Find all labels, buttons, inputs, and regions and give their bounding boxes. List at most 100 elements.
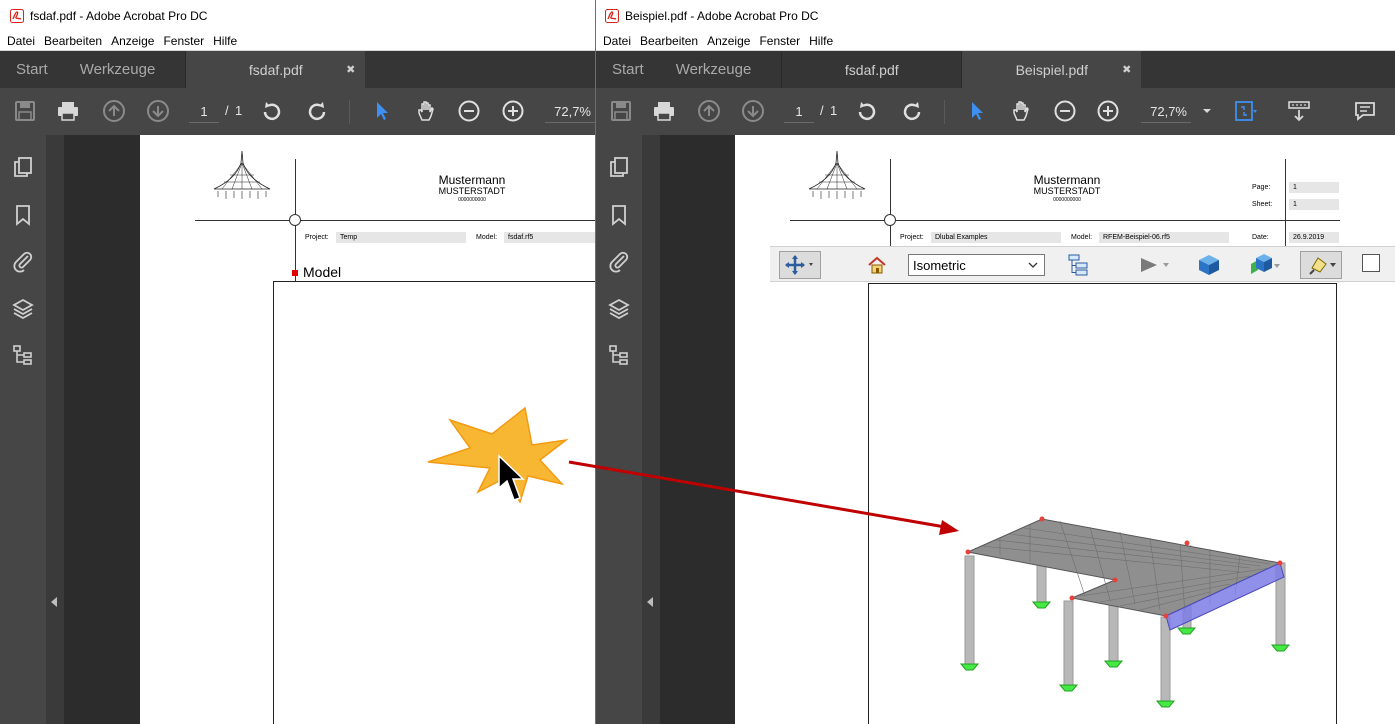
bookmark-icon[interactable]	[11, 203, 35, 227]
comment-icon[interactable]	[1352, 98, 1378, 124]
model-tree-icon[interactable]	[11, 343, 35, 367]
expand-panel-icon[interactable]	[647, 597, 653, 607]
fit-page-icon[interactable]	[1232, 98, 1258, 124]
toolbar-separator	[349, 100, 350, 124]
page-separator: /	[225, 103, 229, 118]
next-page-icon[interactable]	[145, 98, 171, 124]
page-number-input[interactable]: 1	[784, 101, 814, 123]
previous-page-icon[interactable]	[696, 98, 722, 124]
view-select-dropdown[interactable]: Isometric	[908, 254, 1045, 276]
toolbar-separator	[944, 100, 945, 124]
tab-close-icon[interactable]: ✖	[1122, 63, 1131, 76]
tab-bar: Start Werkzeuge fsdaf.pdf ✖	[0, 51, 595, 88]
document-viewer[interactable]: Mustermann MUSTERSTADT 0000000000 Page: …	[660, 135, 1395, 724]
view-select-value: Isometric	[913, 257, 966, 273]
previous-page-icon[interactable]	[101, 98, 127, 124]
background-color-button[interactable]	[1300, 251, 1342, 279]
collapsed-panel-handle[interactable]	[642, 135, 660, 724]
rotate-clockwise-icon[interactable]	[854, 98, 880, 124]
zoom-in-icon[interactable]	[1095, 98, 1121, 124]
3d-toolbar-checkbox[interactable]	[1362, 254, 1380, 272]
menu-bar: Datei Bearbeiten Anzeige Fenster Hilfe	[596, 31, 1395, 51]
zoom-dropdown-icon[interactable]	[1194, 98, 1220, 124]
next-page-icon[interactable]	[740, 98, 766, 124]
window-title: Beispiel.pdf - Adobe Acrobat Pro DC	[625, 8, 819, 23]
print-icon[interactable]	[55, 98, 81, 124]
model-view-frame	[273, 281, 595, 724]
tab-document-fsdaf[interactable]: fsdaf.pdf	[781, 51, 962, 88]
zoom-out-icon[interactable]	[1052, 98, 1078, 124]
menu-bearbeiten[interactable]: Bearbeiten	[44, 34, 102, 48]
chevron-down-icon	[1028, 262, 1038, 268]
company-city: MUSTERSTADT	[438, 186, 506, 196]
bookmark-icon[interactable]	[607, 203, 631, 227]
tab-werkzeuge[interactable]: Werkzeuge	[660, 51, 768, 88]
acrobat-window-left: fsdaf.pdf - Adobe Acrobat Pro DC Datei B…	[0, 0, 595, 724]
hand-tool-icon[interactable]	[413, 98, 439, 124]
layers-icon[interactable]	[607, 297, 631, 321]
date-value: 26.9.2019	[1289, 232, 1339, 243]
menu-hilfe[interactable]: Hilfe	[213, 34, 237, 48]
acrobat-app-icon	[10, 8, 24, 23]
menu-anzeige[interactable]: Anzeige	[707, 34, 750, 48]
page-number-input[interactable]: 1	[189, 101, 219, 123]
print-icon[interactable]	[651, 98, 677, 124]
model-value: fsdaf.rf5	[504, 232, 595, 243]
collapsed-panel-handle[interactable]	[46, 135, 64, 724]
tab-werkzeuge[interactable]: Werkzeuge	[64, 51, 172, 88]
zoom-out-icon[interactable]	[456, 98, 482, 124]
attachment-icon[interactable]	[11, 249, 35, 273]
pages-icon[interactable]	[11, 155, 35, 179]
render-mode-cube-icon[interactable]	[1196, 251, 1222, 279]
menu-fenster[interactable]: Fenster	[759, 34, 800, 48]
zoom-in-icon[interactable]	[500, 98, 526, 124]
menu-bearbeiten[interactable]: Bearbeiten	[640, 34, 698, 48]
play-animation-icon[interactable]	[1136, 251, 1172, 279]
tab-close-icon[interactable]: ✖	[346, 63, 355, 76]
menu-hilfe[interactable]: Hilfe	[809, 34, 833, 48]
scroll-mode-icon[interactable]	[1286, 98, 1312, 124]
zoom-level-input[interactable]: 72,7%	[1141, 101, 1191, 123]
rotate-clockwise-icon[interactable]	[259, 98, 285, 124]
project-label: Project:	[305, 234, 329, 241]
company-logo	[808, 150, 866, 199]
tab-start[interactable]: Start	[0, 51, 64, 88]
menu-anzeige[interactable]: Anzeige	[111, 34, 154, 48]
pdf-page: Mustermann MUSTERSTADT 0000000000 Page: …	[735, 135, 1395, 724]
page-label: Page:	[1252, 184, 1271, 191]
layers-icon[interactable]	[11, 297, 35, 321]
hand-tool-icon[interactable]	[1008, 98, 1034, 124]
model-view-frame	[868, 283, 1337, 724]
rotate-counterclockwise-icon[interactable]	[899, 98, 925, 124]
save-icon[interactable]	[608, 98, 634, 124]
project-value: Temp	[336, 232, 466, 243]
menu-datei[interactable]: Datei	[7, 34, 35, 48]
header-horizontal-rule	[790, 220, 1340, 221]
company-city: MUSTERSTADT	[1033, 186, 1101, 196]
tab-document-beispiel[interactable]: Beispiel.pdf ✖	[961, 51, 1142, 88]
title-bar: Beispiel.pdf - Adobe Acrobat Pro DC	[596, 0, 1395, 31]
rotate-counterclockwise-icon[interactable]	[304, 98, 330, 124]
lighting-cube-icon[interactable]	[1242, 251, 1282, 279]
header-vertical-rule-right	[1285, 159, 1286, 247]
3d-navigation-tool-button[interactable]	[779, 251, 821, 279]
pages-icon[interactable]	[607, 155, 631, 179]
menu-fenster[interactable]: Fenster	[163, 34, 204, 48]
attachment-icon[interactable]	[607, 249, 631, 273]
document-viewer[interactable]: Mustermann MUSTERSTADT 0000000000 Projec…	[64, 135, 595, 724]
tab-document-fsdaf[interactable]: fsdaf.pdf ✖	[185, 51, 366, 88]
model-tree-toggle-icon[interactable]	[1065, 251, 1091, 279]
save-icon[interactable]	[12, 98, 38, 124]
tab-document-label: fsdaf.pdf	[844, 61, 899, 78]
header-junction-circle	[884, 214, 896, 226]
zoom-level-input[interactable]: 72,7%	[545, 101, 595, 123]
select-tool-icon[interactable]	[369, 98, 395, 124]
model-tree-icon[interactable]	[607, 343, 631, 367]
tab-document-label: fsdaf.pdf	[248, 61, 303, 78]
main-toolbar: 1 / 1 72,7%	[0, 88, 595, 135]
expand-panel-icon[interactable]	[51, 597, 57, 607]
home-view-icon[interactable]	[865, 251, 889, 279]
tab-start[interactable]: Start	[596, 51, 660, 88]
menu-datei[interactable]: Datei	[603, 34, 631, 48]
select-tool-icon[interactable]	[964, 98, 990, 124]
